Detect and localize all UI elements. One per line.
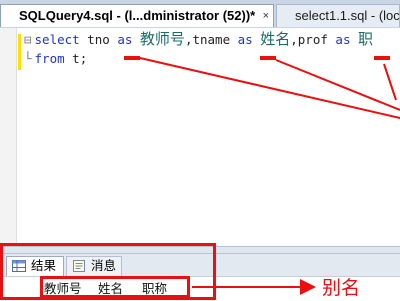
alias-annotation-label: 别名 [322,277,361,299]
pointer-line [275,59,400,111]
pointer-line [139,57,400,119]
annotation-arrows [124,56,400,295]
pointer-line [383,63,397,101]
